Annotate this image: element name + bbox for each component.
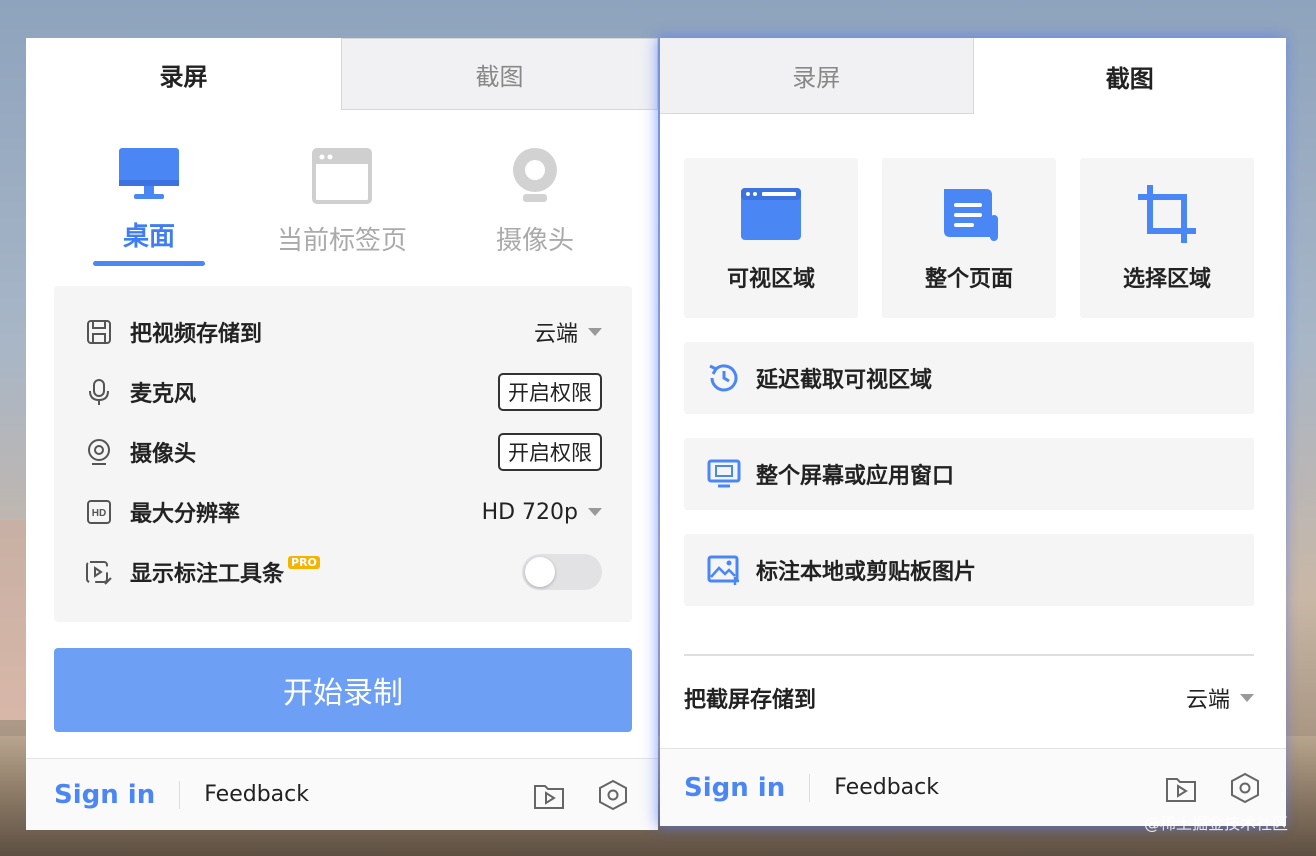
tab-screenshot[interactable]: 截图 xyxy=(341,38,658,110)
active-mode-underline xyxy=(93,261,205,266)
card-select-area[interactable]: 选择区域 xyxy=(1080,158,1254,318)
tab-screenshot[interactable]: 截图 xyxy=(973,38,1286,114)
pro-badge: PRO xyxy=(288,555,320,569)
feedback-link[interactable]: Feedback xyxy=(834,775,939,800)
delay-timer-icon xyxy=(706,360,742,396)
tab-record[interactable]: 录屏 xyxy=(660,38,974,114)
screen-window-icon xyxy=(706,456,742,492)
save-video-dropdown[interactable]: 云端 xyxy=(534,316,602,348)
footer-icons xyxy=(532,778,630,812)
record-panel-footer: Sign in Feedback xyxy=(26,758,658,830)
record-mode-selector: 桌面 当前标签页 摄像头 xyxy=(54,146,630,266)
monitor-icon xyxy=(117,146,181,202)
save-video-label: 把视频存储到 xyxy=(130,322,263,347)
feedback-link[interactable]: Feedback xyxy=(204,782,309,807)
browser-tab-icon xyxy=(310,146,374,206)
tab-record[interactable]: 录屏 xyxy=(26,38,341,110)
setting-annotation-toolbar: 显示标注工具条 PRO xyxy=(84,552,602,592)
video-folder-icon[interactable] xyxy=(1164,771,1198,805)
action-delayed-capture-label: 延迟截取可视区域 xyxy=(756,368,933,393)
card-visible-area-label: 可视区域 xyxy=(726,267,815,292)
chevron-down-icon xyxy=(588,508,602,516)
chevron-down-icon xyxy=(1240,694,1254,702)
action-annotate-image[interactable]: 标注本地或剪贴板图片 xyxy=(684,534,1254,606)
mode-desktop-label: 桌面 xyxy=(122,222,175,253)
footer-divider xyxy=(179,780,181,809)
screenshot-panel-tabs: 录屏 截图 xyxy=(660,38,1286,114)
camera-label: 摄像头 xyxy=(130,442,197,467)
action-delayed-capture[interactable]: 延迟截取可视区域 xyxy=(684,342,1254,414)
card-visible-area[interactable]: 可视区域 xyxy=(684,158,858,318)
crop-icon xyxy=(1134,183,1200,245)
record-settings: 把视频存储到 云端 麦克风 开启权限 摄像头 开启权限 HD 最大分辨率 HD … xyxy=(54,286,632,622)
microphone-icon xyxy=(84,377,114,407)
full-page-scroll-icon xyxy=(936,183,1002,245)
mode-current-tab[interactable]: 当前标签页 xyxy=(247,146,437,266)
save-screenshot-label: 把截屏存储到 xyxy=(684,688,817,713)
annotate-video-icon xyxy=(84,557,114,587)
action-screen-or-window-label: 整个屏幕或应用窗口 xyxy=(756,464,955,489)
footer-icons xyxy=(1164,771,1262,805)
hd-icon: HD xyxy=(84,497,114,527)
setting-microphone: 麦克风 开启权限 xyxy=(84,372,602,412)
action-screen-or-window[interactable]: 整个屏幕或应用窗口 xyxy=(684,438,1254,510)
record-panel-tabs: 录屏 截图 xyxy=(26,38,658,110)
screenshot-panel: 录屏 截图 可视区域 整个页面 选择区域 延迟截取可视区域 整个屏幕或应用窗口 … xyxy=(660,38,1286,826)
record-panel: 录屏 截图 桌面 当前标签页 摄像头 把视频存储到 云端 麦克风 开启权限 摄像… xyxy=(26,38,658,830)
svg-text:HD: HD xyxy=(92,508,106,519)
watermark-text: @稀土掘金技术社区 xyxy=(1143,814,1288,833)
card-full-page-label: 整个页面 xyxy=(924,267,1013,292)
save-screenshot-value: 云端 xyxy=(1185,688,1230,713)
sign-in-link[interactable]: Sign in xyxy=(684,773,785,803)
mode-desktop[interactable]: 桌面 xyxy=(54,146,244,266)
resolution-dropdown[interactable]: HD 720p xyxy=(482,500,602,525)
save-video-value: 云端 xyxy=(533,322,578,347)
microphone-permission-button[interactable]: 开启权限 xyxy=(498,373,602,411)
mode-camera-label: 摄像头 xyxy=(495,226,574,256)
mode-camera[interactable]: 摄像头 xyxy=(440,146,630,266)
resolution-label: 最大分辨率 xyxy=(130,502,241,527)
setting-camera: 摄像头 开启权限 xyxy=(84,432,602,472)
camera-permission-button[interactable]: 开启权限 xyxy=(498,433,602,471)
capture-mode-cards: 可视区域 整个页面 选择区域 xyxy=(684,158,1254,318)
settings-icon[interactable] xyxy=(1228,771,1262,805)
setting-save-screenshot: 把截屏存储到 云端 xyxy=(684,678,1254,718)
annotation-toggle[interactable] xyxy=(522,554,602,590)
webcam-icon xyxy=(503,146,567,206)
visible-area-icon xyxy=(738,183,804,245)
webcam-small-icon xyxy=(84,437,114,467)
microphone-label: 麦克风 xyxy=(130,382,197,407)
setting-save-video: 把视频存储到 云端 xyxy=(84,312,602,352)
image-add-icon xyxy=(706,552,742,588)
resolution-value: HD 720p xyxy=(481,499,578,525)
start-recording-button[interactable]: 开始录制 xyxy=(54,648,632,732)
toggle-knob xyxy=(525,557,555,587)
video-folder-icon[interactable] xyxy=(532,778,566,812)
card-full-page[interactable]: 整个页面 xyxy=(882,158,1056,318)
save-screenshot-dropdown[interactable]: 云端 xyxy=(1186,682,1254,714)
footer-divider xyxy=(809,773,811,802)
settings-icon[interactable] xyxy=(596,778,630,812)
card-select-area-label: 选择区域 xyxy=(1122,267,1211,292)
sign-in-link[interactable]: Sign in xyxy=(54,780,155,810)
mode-current-tab-label: 当前标签页 xyxy=(276,226,407,256)
annotation-label: 显示标注工具条 xyxy=(130,562,285,587)
floppy-disk-icon xyxy=(84,317,114,347)
save-divider xyxy=(684,654,1254,656)
setting-resolution: HD 最大分辨率 HD 720p xyxy=(84,492,602,532)
chevron-down-icon xyxy=(588,328,602,336)
action-annotate-image-label: 标注本地或剪贴板图片 xyxy=(756,560,977,585)
